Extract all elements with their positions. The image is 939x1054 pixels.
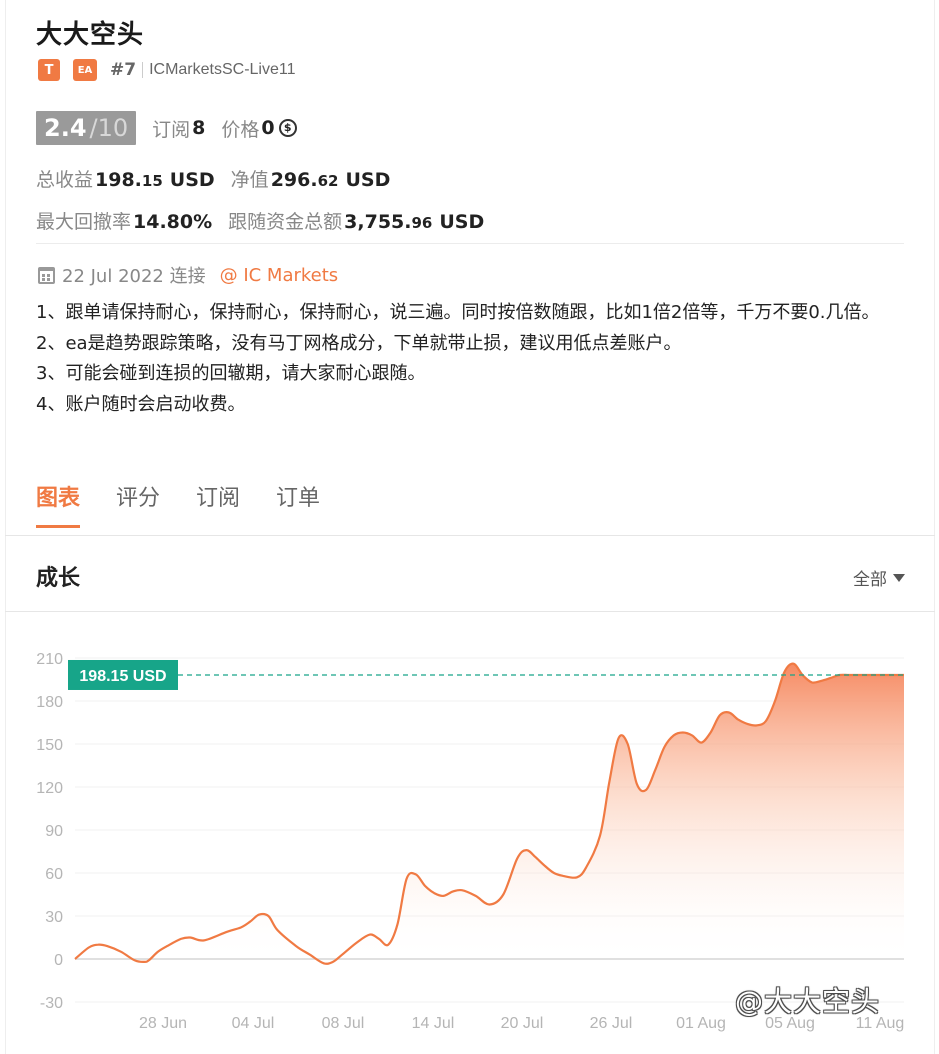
y-tick-label: 120 bbox=[36, 780, 63, 797]
tab-subscription[interactable]: 订阅 bbox=[196, 480, 240, 527]
equity-value: 296. bbox=[270, 169, 318, 191]
y-tick-label: 150 bbox=[36, 737, 63, 754]
x-tick-label: 14 Jul bbox=[412, 1015, 455, 1032]
x-tick-label: 28 Jun bbox=[139, 1015, 187, 1032]
score-value: 2.4 bbox=[44, 114, 87, 142]
y-tick-label: -30 bbox=[40, 995, 63, 1012]
y-tick-label: 60 bbox=[45, 866, 63, 883]
connection-row: 22 Jul 2022 连接 @ IC Markets bbox=[38, 262, 338, 288]
current-value-label: 198.15 USD bbox=[79, 668, 166, 685]
follow-funds-label: 跟随资金总额 bbox=[228, 211, 343, 233]
range-filter-label: 全部 bbox=[853, 570, 887, 590]
rank-label: #7 bbox=[110, 60, 137, 80]
tab-chart[interactable]: 图表 bbox=[36, 480, 81, 528]
rating-row: 2.4 /10 订阅 8 价格 0 $ bbox=[36, 111, 297, 145]
description-line: 4、账户随时会启动收费。 bbox=[36, 393, 246, 415]
coin-icon: $ bbox=[278, 119, 297, 137]
caret-down-icon bbox=[893, 573, 905, 582]
subscriptions-label: 订阅 bbox=[152, 118, 191, 141]
x-tick-label: 04 Jul bbox=[232, 1015, 275, 1032]
signal-tags: T EA #7 ICMarketsSC-Live11 bbox=[38, 59, 296, 81]
y-tick-label: 0 bbox=[54, 952, 63, 969]
signal-description: 1、跟单请保持耐心，保持耐心，保持耐心，说三遍。同时按倍数随跟，比如1倍2倍等，… bbox=[36, 298, 906, 420]
calendar-icon bbox=[38, 266, 55, 284]
description-line: 2、ea是趋势跟踪策略，没有马丁网格成分，下单就带止损，建议用低点差账户。 bbox=[36, 332, 682, 354]
tab-bar: 图表 评分 订阅 订单 bbox=[36, 480, 356, 528]
description-line: 1、跟单请保持耐心，保持耐心，保持耐心，说三遍。同时按倍数随跟，比如1倍2倍等，… bbox=[36, 302, 880, 323]
follow-funds-unit: USD bbox=[439, 211, 485, 233]
signal-title: 大大空头 bbox=[36, 20, 145, 50]
y-tick-label: 30 bbox=[45, 909, 63, 926]
total-profit-decimals: 15 bbox=[141, 172, 163, 190]
total-profit-unit: USD bbox=[169, 169, 215, 191]
equity-decimals: 62 bbox=[317, 172, 339, 190]
tag-t-badge: T bbox=[38, 59, 60, 81]
profit-row: 总收益 198. 15 USD 净值 296. 62 USD bbox=[36, 165, 390, 192]
range-filter-dropdown[interactable]: 全部 bbox=[853, 565, 905, 590]
x-tick-label: 26 Jul bbox=[590, 1015, 633, 1032]
y-tick-label: 90 bbox=[45, 823, 63, 840]
watermark: @大大空头 bbox=[735, 985, 881, 1018]
total-profit-label: 总收益 bbox=[36, 169, 94, 191]
x-tick-label: 08 Jul bbox=[322, 1015, 365, 1032]
tab-rating[interactable]: 评分 bbox=[116, 480, 160, 527]
equity-unit: USD bbox=[345, 169, 391, 191]
follow-funds-value: 3,755. bbox=[344, 211, 412, 233]
divider bbox=[36, 243, 904, 244]
divider bbox=[5, 535, 935, 536]
score-badge: 2.4 /10 bbox=[36, 111, 137, 145]
y-tick-label: 210 bbox=[36, 651, 63, 668]
score-max: /10 bbox=[89, 114, 129, 142]
section-title: 成长 bbox=[36, 566, 81, 591]
divider bbox=[142, 62, 144, 78]
y-tick-label: 180 bbox=[36, 694, 63, 711]
total-profit-value: 198. bbox=[95, 169, 142, 191]
x-tick-label: 20 Jul bbox=[501, 1015, 544, 1032]
drawdown-value: 14.80% bbox=[133, 211, 213, 233]
follow-funds-decimals: 96 bbox=[411, 214, 433, 232]
tab-orders[interactable]: 订单 bbox=[276, 480, 320, 527]
connection-date: 22 Jul 2022 连接 bbox=[62, 266, 206, 287]
equity-label: 净值 bbox=[230, 169, 269, 191]
drawdown-label: 最大回撤率 bbox=[36, 211, 132, 233]
tag-ea-badge: EA bbox=[73, 59, 97, 81]
subscriptions-value: 8 bbox=[192, 117, 206, 139]
broker-link[interactable]: @ IC Markets bbox=[220, 265, 339, 286]
price-value: 0 bbox=[261, 117, 275, 139]
growth-area bbox=[75, 663, 904, 964]
x-tick-label: 01 Aug bbox=[676, 1015, 726, 1032]
price-label: 价格 bbox=[221, 118, 260, 141]
drawdown-row: 最大回撤率 14.80% 跟随资金总额 3,755. 96 USD bbox=[36, 207, 484, 234]
description-line: 3、可能会碰到连损的回辙期，请大家耐心跟随。 bbox=[36, 363, 426, 384]
server-label: ICMarketsSC-Live11 bbox=[149, 61, 296, 78]
